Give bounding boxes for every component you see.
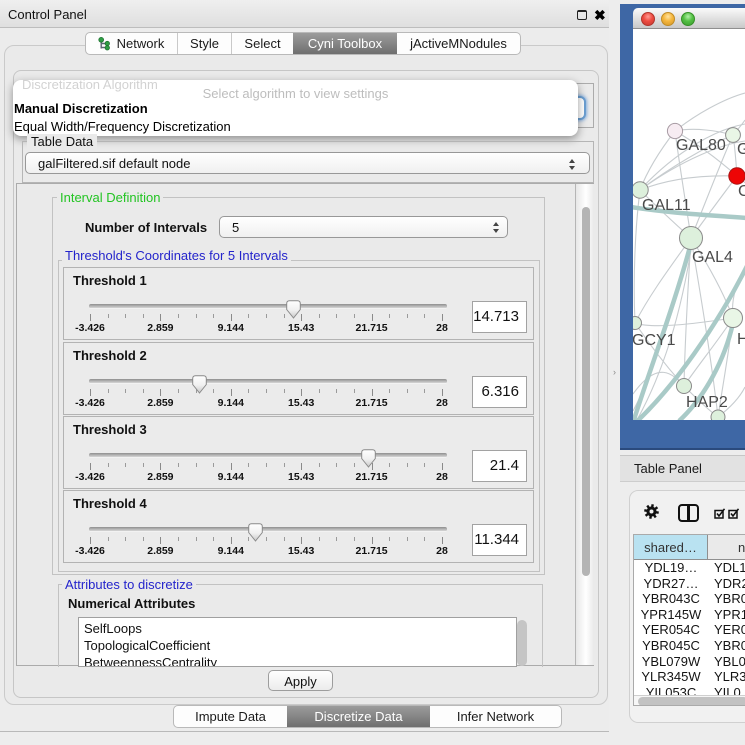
svg-text:GAL4: GAL4 [692, 249, 733, 266]
svg-text:HAP2: HAP2 [686, 394, 728, 411]
svg-text:CY: CY [738, 183, 745, 200]
svg-text:GAL80: GAL80 [676, 137, 726, 154]
svg-text:HI: HI [737, 331, 745, 348]
svg-text:GA: GA [737, 141, 745, 158]
svg-text:GAL11: GAL11 [642, 197, 691, 214]
svg-text:GCY1: GCY1 [633, 332, 676, 349]
